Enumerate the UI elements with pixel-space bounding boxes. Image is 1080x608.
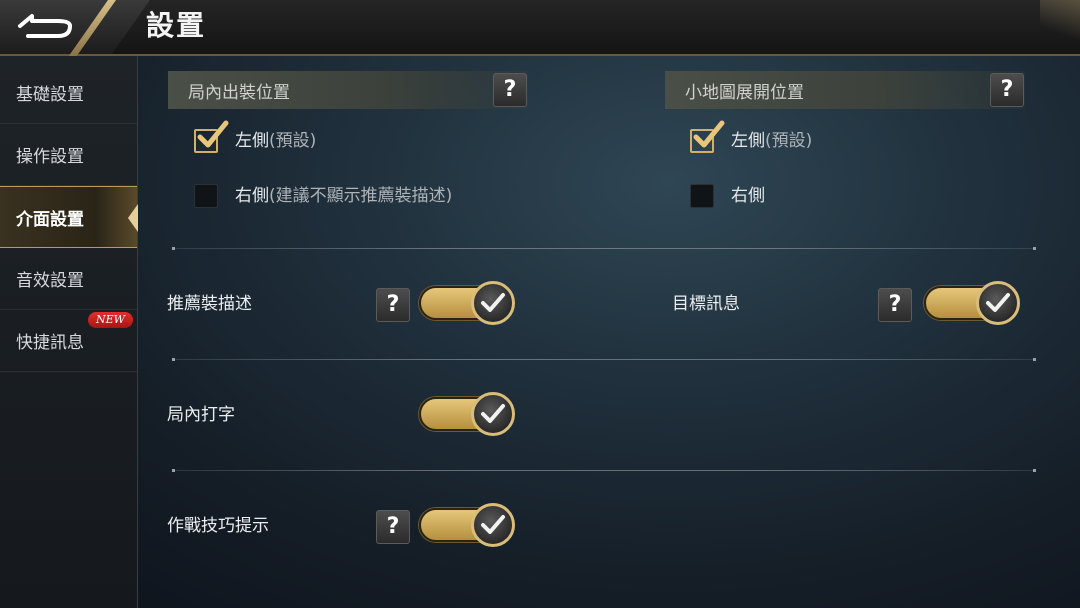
recommended-equip-desc-toggle[interactable] [419,281,517,325]
minimap-left-label: 左側(預設) [731,129,812,153]
minimap-position-header: 小地圖展開位置 [665,71,1025,109]
combat-tips-help-button[interactable]: ? [376,510,410,544]
checkmark-icon [693,120,725,148]
toggle-knob [471,503,515,547]
option-note: (預設) [269,131,317,151]
target-info-label: 目標訊息 [672,294,740,314]
minimap-right-checkbox[interactable] [690,184,714,208]
checkmark-icon [986,293,1010,312]
option-text: 左側 [731,131,765,151]
new-badge: NEW [88,312,133,328]
option-note: (預設) [765,131,813,151]
sidebar-item-basic-settings[interactable]: 基礎設置 [0,62,137,124]
header-ornament [1040,0,1080,54]
combat-tips-label: 作戰技巧提示 [167,516,269,536]
checkmark-icon [197,120,229,148]
checkmark-icon [481,293,505,312]
back-arrow-icon [18,14,72,38]
sidebar-item-label: 操作設置 [16,147,84,167]
equip-left-checkbox[interactable] [194,120,229,153]
combat-tips-toggle[interactable] [419,503,517,547]
equip-right-checkbox[interactable] [194,184,218,208]
back-button[interactable] [14,8,76,44]
toggle-knob [976,281,1020,325]
top-bar: 設置 [0,0,1080,56]
checkmark-icon [481,404,505,423]
sidebar-item-label: 音效設置 [16,271,84,291]
sidebar-item-label: 快捷訊息 [16,333,84,353]
option-text: 右側 [235,186,269,206]
divider [172,469,1036,472]
in-game-typing-toggle[interactable] [419,392,517,436]
target-info-toggle[interactable] [924,281,1022,325]
option-text: 左側 [235,131,269,151]
sidebar-item-quick-messages[interactable]: NEW 快捷訊息 [0,310,137,372]
equip-right-label: 右側(建議不顯示推薦裝描述) [235,184,452,208]
section-title: 小地圖展開位置 [685,82,804,103]
recommended-equip-desc-label: 推薦裝描述 [167,294,252,314]
option-text: 右側 [731,186,765,206]
sidebar-item-label: 基礎設置 [16,85,84,105]
settings-sidebar: 基礎設置 操作設置 介面設置 音效設置 NEW 快捷訊息 [0,56,138,608]
minimap-left-checkbox[interactable] [690,120,725,153]
sidebar-item-sound-settings[interactable]: 音效設置 [0,248,137,310]
toggle-knob [471,392,515,436]
in-game-typing-label: 局內打字 [167,405,235,425]
divider [172,247,1036,250]
option-note: (建議不顯示推薦裝描述) [269,186,453,206]
minimap-position-help-button[interactable]: ? [990,73,1024,107]
divider [172,358,1036,361]
target-info-help-button[interactable]: ? [878,288,912,322]
page-title: 設置 [146,9,207,42]
sidebar-item-control-settings[interactable]: 操作設置 [0,124,137,186]
sidebar-item-label: 介面設置 [16,209,84,230]
minimap-right-label: 右側 [731,184,765,208]
equip-position-help-button[interactable]: ? [493,73,527,107]
recommended-equip-desc-help-button[interactable]: ? [376,288,410,322]
toggle-knob [471,281,515,325]
sidebar-item-interface-settings[interactable]: 介面設置 [0,186,138,248]
equip-position-header: 局內出裝位置 [168,71,528,109]
checkmark-icon [481,515,505,534]
equip-left-label: 左側(預設) [235,129,316,153]
section-title: 局內出裝位置 [188,82,290,103]
